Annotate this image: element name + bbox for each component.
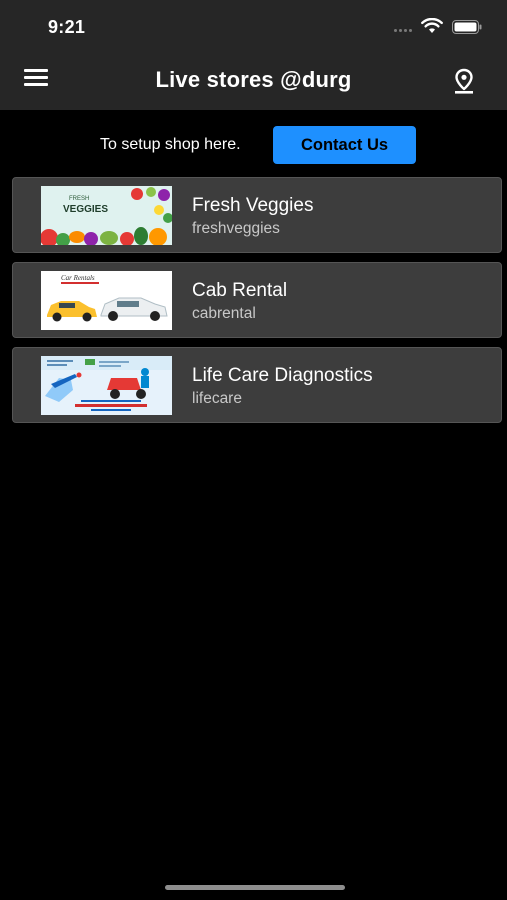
store-card-cab-rental[interactable]: Car Rentals Cab Rental cabrental — [12, 262, 502, 338]
store-card-life-care-diagnostics[interactable]: Life Care Diagnostics lifecare — [12, 347, 502, 423]
store-card-fresh-veggies[interactable]: FRESH VEGGIES Fresh Veggies freshveggies — [12, 177, 502, 253]
store-name: Life Care Diagnostics — [192, 365, 373, 386]
signal-icon — [394, 29, 414, 33]
status-bar: 9:21 — [0, 0, 507, 50]
setup-row: To setup shop here. Contact Us — [0, 126, 507, 164]
contact-us-button[interactable]: Contact Us — [273, 126, 416, 164]
store-slug: freshveggies — [192, 220, 280, 237]
location-pin-icon[interactable] — [452, 68, 476, 94]
store-name: Cab Rental — [192, 280, 288, 301]
thumb-text: Car Rentals — [61, 274, 95, 282]
store-thumbnail — [41, 356, 172, 415]
home-indicator[interactable] — [165, 885, 345, 890]
wifi-icon — [421, 18, 443, 33]
app-bar: Live stores @durg — [0, 50, 507, 110]
thumb-text: FRESH — [69, 196, 89, 202]
store-name: Fresh Veggies — [192, 195, 314, 216]
thumb-text: VEGGIES — [63, 204, 108, 215]
battery-icon — [452, 20, 482, 34]
store-slug: lifecare — [192, 390, 242, 407]
store-thumbnail: FRESH VEGGIES — [41, 186, 172, 245]
setup-text: To setup shop here. — [100, 136, 241, 153]
store-list: FRESH VEGGIES Fresh Veggies freshveggies… — [12, 177, 502, 432]
status-time: 9:21 — [48, 17, 86, 37]
store-slug: cabrental — [192, 305, 256, 322]
page-title: Live stores @durg — [155, 67, 352, 92]
store-thumbnail: Car Rentals — [41, 271, 172, 330]
